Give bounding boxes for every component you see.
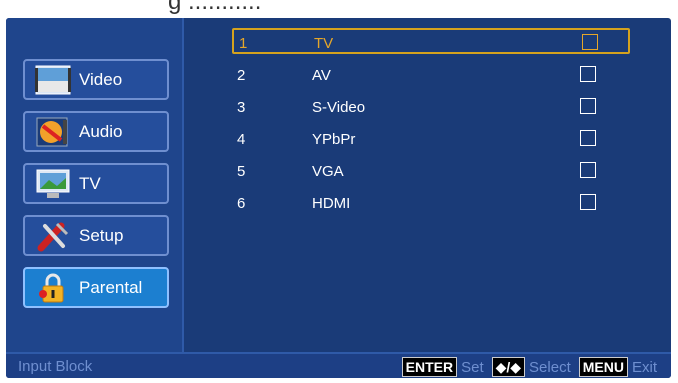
enter-hint: Set	[461, 358, 484, 376]
block-checkbox[interactable]	[580, 194, 596, 210]
block-checkbox[interactable]	[580, 66, 596, 82]
block-checkbox[interactable]	[582, 34, 598, 50]
menu-key-badge: MENU	[578, 357, 628, 377]
audio-icon	[35, 116, 71, 148]
enter-key-badge: ENTER	[401, 357, 458, 377]
lock-icon	[35, 272, 71, 304]
sidebar: Video Audio TV Setup Parental	[6, 18, 184, 352]
sidebar-item-parental[interactable]: Parental	[23, 267, 169, 308]
row-label: HDMI	[312, 195, 351, 212]
sidebar-item-tv[interactable]: TV	[23, 163, 169, 204]
sidebar-item-audio[interactable]: Audio	[23, 111, 169, 152]
sidebar-item-label: Audio	[79, 121, 123, 141]
input-row-ypbpr[interactable]: 4 YPbPr	[232, 126, 630, 152]
input-row-s-video[interactable]: 3 S-Video	[232, 94, 630, 120]
status-bar: Input Block ENTER Set ◆/◆ Select MENU Ex…	[6, 352, 671, 378]
input-row-hdmi[interactable]: 6 HDMI	[232, 190, 630, 216]
sidebar-item-label: Setup	[79, 225, 124, 245]
row-number: 6	[237, 195, 246, 212]
row-label: AV	[312, 67, 331, 84]
row-number: 5	[237, 163, 246, 180]
row-number: 2	[237, 67, 246, 84]
video-icon	[35, 64, 71, 96]
select-hint: Select	[529, 358, 571, 376]
row-label: S-Video	[312, 99, 366, 116]
setup-icon	[35, 220, 71, 252]
input-block-list: 1 TV 2 AV 3 S-Video 4 YPbPr 5 VGA 6 HDMI	[184, 18, 671, 352]
row-number: 4	[237, 131, 246, 148]
sidebar-item-setup[interactable]: Setup	[23, 215, 169, 256]
top-banner: g ...........	[0, 0, 678, 20]
input-row-tv[interactable]: 1 TV	[232, 28, 630, 54]
exit-hint: Exit	[631, 358, 657, 376]
block-checkbox[interactable]	[580, 98, 596, 114]
sidebar-item-label: Video	[79, 69, 123, 89]
block-checkbox[interactable]	[580, 130, 596, 146]
key-hints: ENTER Set ◆/◆ Select MENU Exit	[401, 357, 661, 377]
tv-icon	[35, 168, 71, 200]
page-title: Input Block	[18, 358, 93, 375]
input-row-av[interactable]: 2 AV	[232, 62, 630, 88]
sidebar-item-label: Parental	[79, 277, 143, 297]
banner-text: g ...........	[168, 0, 262, 15]
row-label: TV	[314, 35, 334, 52]
block-checkbox[interactable]	[580, 162, 596, 178]
input-row-vga[interactable]: 5 VGA	[232, 158, 630, 184]
row-number: 1	[239, 35, 248, 52]
arrow-keys-badge: ◆/◆	[491, 357, 526, 377]
row-label: YPbPr	[312, 131, 356, 148]
sidebar-item-label: TV	[79, 173, 101, 193]
osd-menu-frame: Video Audio TV Setup Parental 1 TV 2 AV …	[6, 18, 671, 378]
sidebar-item-video[interactable]: Video	[23, 59, 169, 100]
row-number: 3	[237, 99, 246, 116]
row-label: VGA	[312, 163, 344, 180]
